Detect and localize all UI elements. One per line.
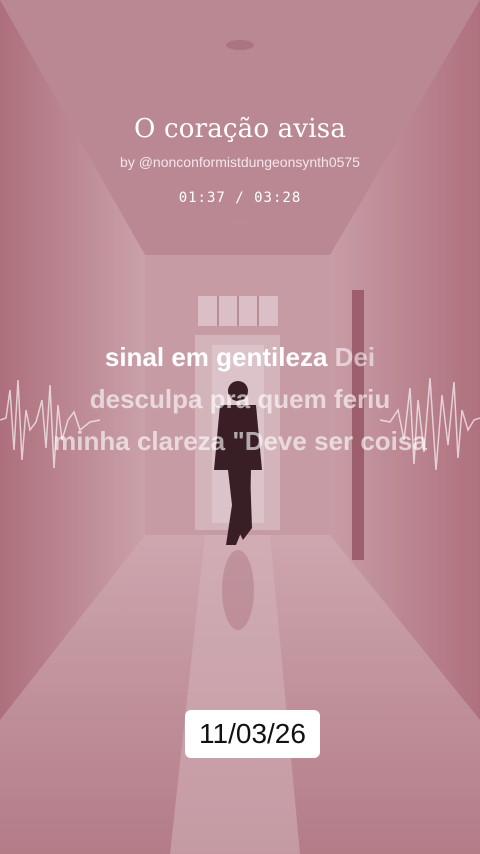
song-title: O coração avisa [133,114,347,144]
date-badge: 11/03/26 [185,710,320,758]
artist-byline: by @nonconformistdungeonsynth0575 [120,154,360,170]
lyric-line-current: sinal em gentileza Dei [0,336,480,378]
lyric-current-words: sinal em gentileza [104,342,328,372]
lyric-line-2: desculpa pra quem feriu [89,384,391,414]
lyrics-block: sinal em gentileza Dei desculpa pra quem… [0,336,480,462]
playback-time: 01:37 / 03:28 [178,190,302,206]
video-frame: O coração avisa by @nonconformistdungeon… [0,0,480,854]
lyric-line-3: minha clareza "Deve ser coisa [53,426,427,456]
lyric-upcoming-word: Dei [334,342,376,372]
